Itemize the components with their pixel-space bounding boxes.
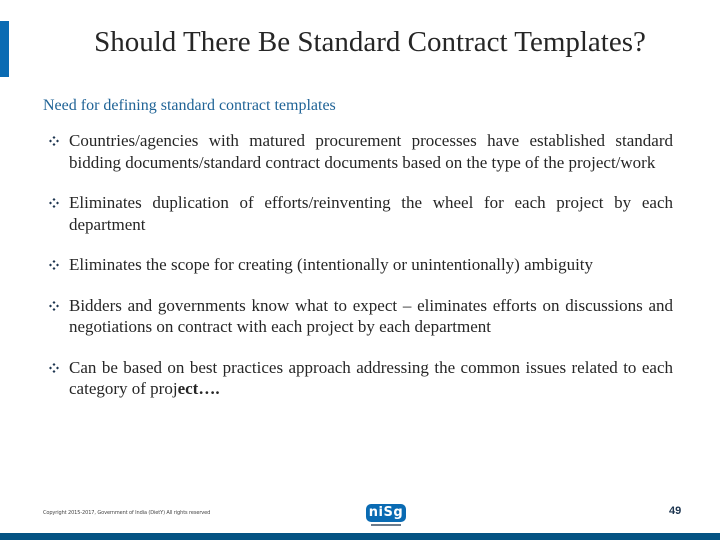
bullet-item: Can be based on best practices approach … <box>43 357 673 400</box>
four-diamond-bullet-icon <box>49 260 59 270</box>
four-diamond-bullet-icon <box>49 198 59 208</box>
logo-tagline <box>371 524 401 526</box>
four-diamond-bullet-icon <box>49 300 59 311</box>
title-accent-bar <box>0 21 9 77</box>
bullet-item: Eliminates duplication of efforts/reinve… <box>43 192 673 235</box>
bullet-text: Bidders and governments know what to exp… <box>69 295 673 337</box>
page-number: 49 <box>669 505 682 517</box>
slide-subheading: Need for defining standard contract temp… <box>43 97 336 114</box>
bullet-text: Countries/agencies with matured procurem… <box>69 131 673 172</box>
nisg-logo: niSg <box>366 504 406 530</box>
logo-badge: niSg <box>366 504 406 522</box>
bullet-list: Countries/agencies with matured procurem… <box>43 130 673 400</box>
bullet-item: Bidders and governments know what to exp… <box>43 295 673 338</box>
bullet-text: Eliminates duplication of efforts/reinve… <box>69 193 673 234</box>
bullet-text: Can be based on best practices approach … <box>69 357 673 399</box>
slide-title: Should There Be Standard Contract Templa… <box>94 26 646 58</box>
four-diamond-bullet-icon <box>49 136 59 146</box>
bullet-text: Eliminates the scope for creating (inten… <box>69 255 594 274</box>
bullet-item: Eliminates the scope for creating (inten… <box>43 254 673 276</box>
bullet-emphasis: ect…. <box>177 379 220 398</box>
bullet-item: Countries/agencies with matured procurem… <box>43 130 673 173</box>
slide: Should There Be Standard Contract Templa… <box>0 0 720 540</box>
bottom-band <box>0 533 720 540</box>
footer-copyright: Copyright 2015-2017, Government of India… <box>43 510 211 516</box>
four-diamond-bullet-icon <box>49 362 59 373</box>
